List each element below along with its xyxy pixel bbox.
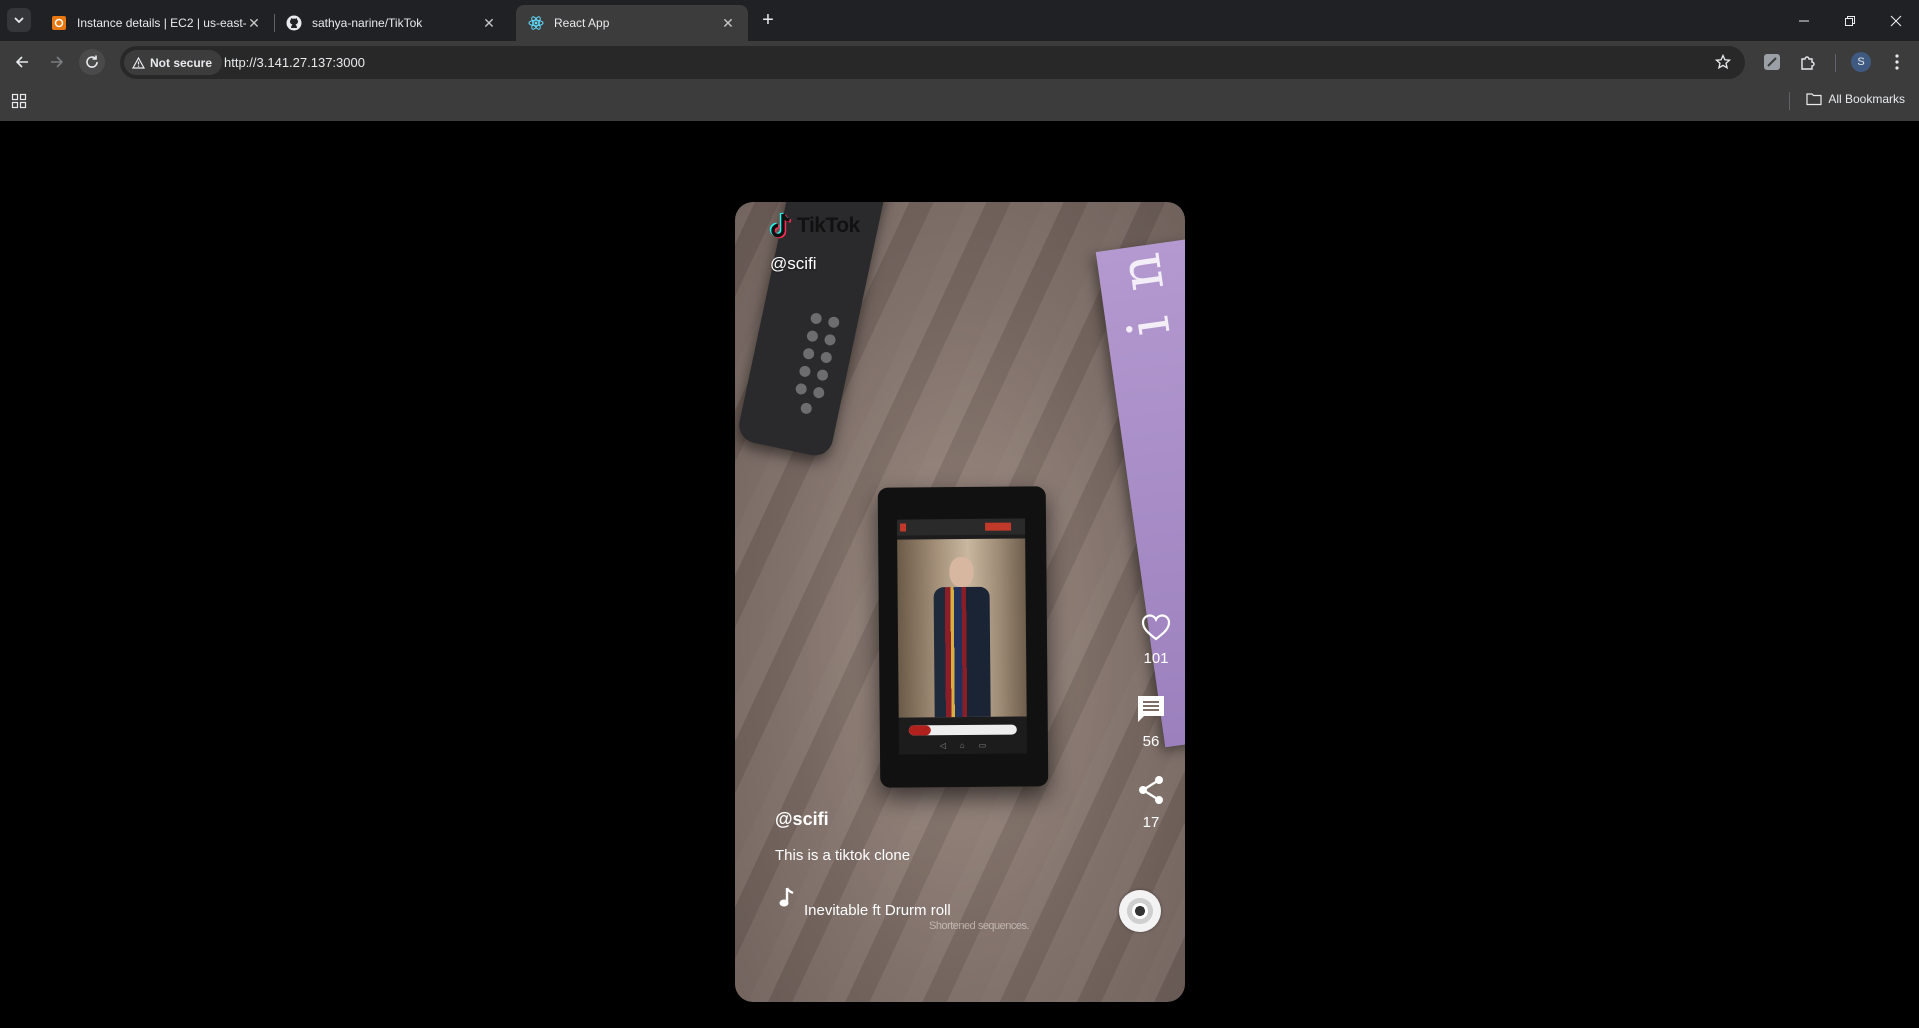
folder-icon — [1806, 93, 1822, 106]
site-info-chip[interactable]: Not secure — [124, 50, 223, 75]
new-tab-button[interactable]: + — [756, 9, 780, 33]
browser-toolbar: Not secure http://3.141.27.137:3000 S — [0, 41, 1919, 83]
video-tablet-object: ◁ ⌂ ▭ — [877, 486, 1049, 788]
like-action[interactable]: 101 — [1136, 612, 1176, 667]
browser-chrome: Instance details | EC2 | us-east-1 ✕ sat… — [0, 0, 1919, 121]
arrow-right-icon — [51, 56, 64, 68]
apps-grid-icon[interactable] — [11, 93, 27, 114]
bookmarks-divider — [1789, 92, 1790, 110]
reload-button[interactable] — [79, 49, 105, 75]
close-tab-icon[interactable]: ✕ — [246, 15, 262, 31]
tab-title: sathya-narine/TikTok — [312, 16, 423, 30]
back-button[interactable] — [9, 49, 35, 75]
all-bookmarks-label: All Bookmarks — [1828, 92, 1905, 106]
warning-icon — [132, 56, 145, 69]
video-description: This is a tiktok clone — [775, 847, 911, 864]
close-window-button[interactable] — [1873, 0, 1919, 41]
profile-avatar[interactable]: S — [1851, 52, 1871, 72]
tab-title: React App — [554, 16, 610, 30]
minimize-button[interactable] — [1781, 0, 1827, 41]
react-icon — [528, 15, 544, 31]
aws-icon — [51, 15, 67, 31]
toolbar-divider — [1835, 54, 1836, 72]
all-bookmarks-button[interactable]: All Bookmarks — [1806, 92, 1905, 106]
extension-ai-icon[interactable] — [1762, 52, 1782, 72]
bookmark-star-icon[interactable] — [1714, 53, 1732, 75]
restore-icon — [1845, 15, 1855, 26]
forward-button[interactable] — [44, 49, 70, 75]
heart-icon[interactable] — [1140, 612, 1172, 642]
share-count: 17 — [1142, 814, 1160, 831]
more-menu-icon[interactable] — [1887, 52, 1907, 72]
address-bar[interactable]: Not secure http://3.141.27.137:3000 — [120, 46, 1745, 79]
comment-count: 56 — [1142, 733, 1160, 750]
github-icon — [286, 15, 302, 31]
tab-github[interactable]: sathya-narine/TikTok ✕ — [274, 5, 509, 41]
reload-icon — [86, 55, 98, 68]
tab-search-button[interactable] — [7, 8, 31, 32]
restore-button[interactable] — [1827, 0, 1873, 41]
close-tab-icon[interactable]: ✕ — [481, 15, 497, 31]
arrow-left-icon — [15, 56, 28, 68]
close-icon — [1890, 15, 1902, 26]
top-username[interactable]: @scifi — [770, 254, 817, 274]
tab-ec2[interactable]: Instance details | EC2 | us-east-1 ✕ — [39, 5, 274, 41]
video-overlay-text: Shortened sequences. — [929, 920, 1030, 932]
share-icon[interactable] — [1135, 774, 1167, 806]
security-label: Not secure — [150, 55, 213, 70]
music-disc-icon[interactable] — [1119, 890, 1161, 932]
music-note-icon — [779, 887, 795, 914]
tab-strip: Instance details | EC2 | us-east-1 ✕ sat… — [0, 0, 1919, 41]
comment-action[interactable]: 56 — [1131, 693, 1171, 750]
like-count: 101 — [1143, 650, 1169, 667]
page-viewport: i n ◁ ⌂ ▭ Shortened sequences. TikTok @s… — [0, 121, 1919, 1028]
tiktok-note-icon — [769, 212, 792, 239]
close-tab-icon[interactable]: ✕ — [720, 15, 736, 31]
tab-react-app[interactable]: React App ✕ — [516, 5, 748, 41]
url-text[interactable]: http://3.141.27.137:3000 — [224, 55, 365, 70]
song-title: Inevitable ft Drurm roll — [804, 902, 951, 919]
comment-icon[interactable] — [1135, 693, 1167, 725]
video-card[interactable]: i n ◁ ⌂ ▭ Shortened sequences. TikTok @s… — [735, 202, 1185, 1002]
share-action[interactable]: 17 — [1131, 774, 1171, 831]
footer-username[interactable]: @scifi — [775, 809, 829, 830]
extensions-puzzle-icon[interactable] — [1798, 52, 1818, 72]
minimize-icon — [1799, 20, 1809, 21]
logo-text: TikTok — [797, 214, 860, 237]
chevron-down-icon — [14, 17, 24, 24]
tab-title: Instance details | EC2 | us-east-1 — [77, 16, 246, 30]
tiktok-logo: TikTok — [769, 212, 860, 240]
bookmarks-bar: All Bookmarks — [0, 83, 1919, 121]
